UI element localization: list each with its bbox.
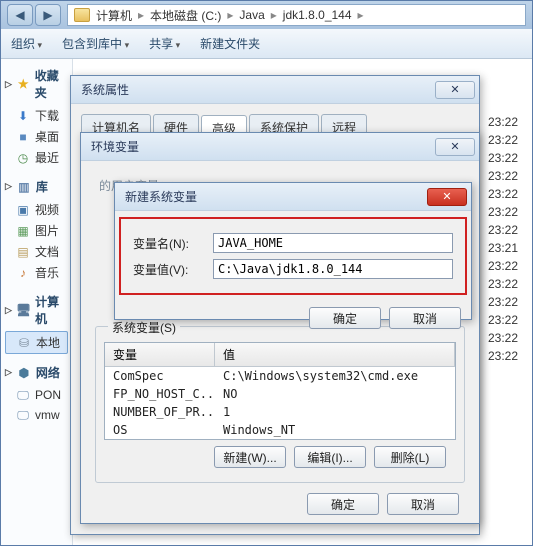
folder-icon	[74, 8, 90, 22]
network-icon: ⬢	[16, 365, 32, 381]
highlight-box: 变量名(N): 变量值(V):	[119, 217, 467, 295]
var-row: FP_NO_HOST_C...NO	[105, 385, 455, 403]
file-time: 23:22	[484, 167, 522, 185]
desktop-icon: ■	[15, 129, 31, 145]
video-icon: ▣	[15, 202, 31, 218]
monitor-icon: 🖵	[15, 407, 31, 423]
music-icon: ♪	[15, 265, 31, 281]
var-name-label: 变量名(N):	[133, 235, 213, 252]
download-icon: ⬇	[15, 108, 31, 124]
crumb-disk[interactable]: 本地磁盘 (C:)	[150, 7, 221, 24]
tb-newfolder[interactable]: 新建文件夹	[200, 35, 260, 52]
file-time: 23:22	[484, 113, 522, 131]
crumb-java[interactable]: Java	[239, 8, 264, 22]
sb-documents[interactable]: 文档	[35, 243, 59, 260]
var-name-input[interactable]	[213, 233, 453, 253]
document-icon: ▤	[15, 244, 31, 260]
edit-button[interactable]: 编辑(I)...	[294, 446, 366, 468]
file-time: 23:22	[484, 203, 522, 221]
sb-music[interactable]: 音乐	[35, 264, 59, 281]
monitor-icon: 🖵	[15, 387, 31, 403]
sb-library[interactable]: 库	[36, 178, 48, 195]
var-row: OSWindows_NT	[105, 421, 455, 439]
disk-icon: ⛁	[16, 335, 32, 351]
titlebar: ◀ ▶ 计算机▸ 本地磁盘 (C:)▸ Java▸ jdk1.8.0_144▸	[1, 1, 532, 29]
col-value[interactable]: 值	[215, 343, 455, 366]
file-time: 23:22	[484, 275, 522, 293]
close-button[interactable]: ✕	[427, 188, 467, 206]
sysprops-title: 系统属性	[81, 81, 129, 98]
system-vars-list[interactable]: 变量 值 ComSpecC:\Windows\system32\cmd.exe …	[104, 342, 456, 440]
sb-desktop[interactable]: 桌面	[35, 128, 59, 145]
star-icon: ★	[16, 76, 31, 92]
file-time: 23:22	[484, 329, 522, 347]
file-time: 23:22	[484, 311, 522, 329]
close-button[interactable]: ✕	[435, 81, 475, 99]
new-button[interactable]: 新建(W)...	[214, 446, 286, 468]
sb-downloads[interactable]: 下载	[35, 107, 59, 124]
sb-computer[interactable]: 计算机	[35, 293, 68, 327]
tb-share[interactable]: 共享	[149, 35, 180, 52]
envdlg-title: 环境变量	[91, 138, 139, 155]
ok-button[interactable]: 确定	[309, 307, 381, 329]
recent-icon: ◷	[15, 150, 31, 166]
computer-icon: 🖥	[16, 302, 31, 318]
file-time: 23:22	[484, 131, 522, 149]
var-value-label: 变量值(V):	[133, 261, 213, 278]
picture-icon: ▦	[15, 223, 31, 239]
crumb-computer[interactable]: 计算机	[96, 7, 132, 24]
ok-button[interactable]: 确定	[307, 493, 379, 515]
sb-network[interactable]: 网络	[36, 364, 60, 381]
var-value-input[interactable]	[213, 259, 453, 279]
file-time: 23:22	[484, 347, 522, 365]
file-time: 23:21	[484, 239, 522, 257]
sb-localdisk[interactable]: 本地	[36, 334, 60, 351]
sb-favorites[interactable]: 收藏夹	[35, 67, 68, 101]
file-time: 23:22	[484, 149, 522, 167]
file-time: 23:22	[484, 221, 522, 239]
tb-organize[interactable]: 组织	[11, 35, 42, 52]
newvar-title: 新建系统变量	[125, 188, 197, 205]
forward-button[interactable]: ▶	[35, 4, 61, 26]
file-time: 23:22	[484, 293, 522, 311]
sb-video[interactable]: 视频	[35, 201, 59, 218]
tb-include[interactable]: 包含到库中	[62, 35, 129, 52]
col-variable[interactable]: 变量	[105, 343, 215, 366]
file-time: 23:22	[484, 257, 522, 275]
system-vars-group: 系统变量(S) 变量 值 ComSpecC:\Windows\system32\…	[95, 326, 465, 483]
cancel-button[interactable]: 取消	[389, 307, 461, 329]
close-button[interactable]: ✕	[435, 138, 475, 156]
library-icon: ▥	[16, 179, 32, 195]
sidebar: ▷★收藏夹 ⬇下载 ■桌面 ◷最近 ▷▥库 ▣视频 ▦图片 ▤文档 ♪音乐 ▷🖥…	[1, 59, 73, 545]
new-system-variable-dialog: 新建系统变量 ✕ 变量名(N): 变量值(V): 确定 取消	[114, 182, 472, 320]
crumb-jdk[interactable]: jdk1.8.0_144	[283, 8, 352, 22]
file-time: 23:22	[484, 185, 522, 203]
sb-recent[interactable]: 最近	[35, 149, 59, 166]
toolbar: 组织 包含到库中 共享 新建文件夹	[1, 29, 532, 59]
var-row: NUMBER_OF_PR...1	[105, 403, 455, 421]
var-row: ComSpecC:\Windows\system32\cmd.exe	[105, 367, 455, 385]
sb-vmw[interactable]: vmw	[35, 408, 60, 422]
delete-button[interactable]: 删除(L)	[374, 446, 446, 468]
back-button[interactable]: ◀	[7, 4, 33, 26]
cancel-button[interactable]: 取消	[387, 493, 459, 515]
sb-pictures[interactable]: 图片	[35, 222, 59, 239]
address-bar[interactable]: 计算机▸ 本地磁盘 (C:)▸ Java▸ jdk1.8.0_144▸	[67, 4, 526, 26]
sb-pon[interactable]: PON	[35, 388, 61, 402]
